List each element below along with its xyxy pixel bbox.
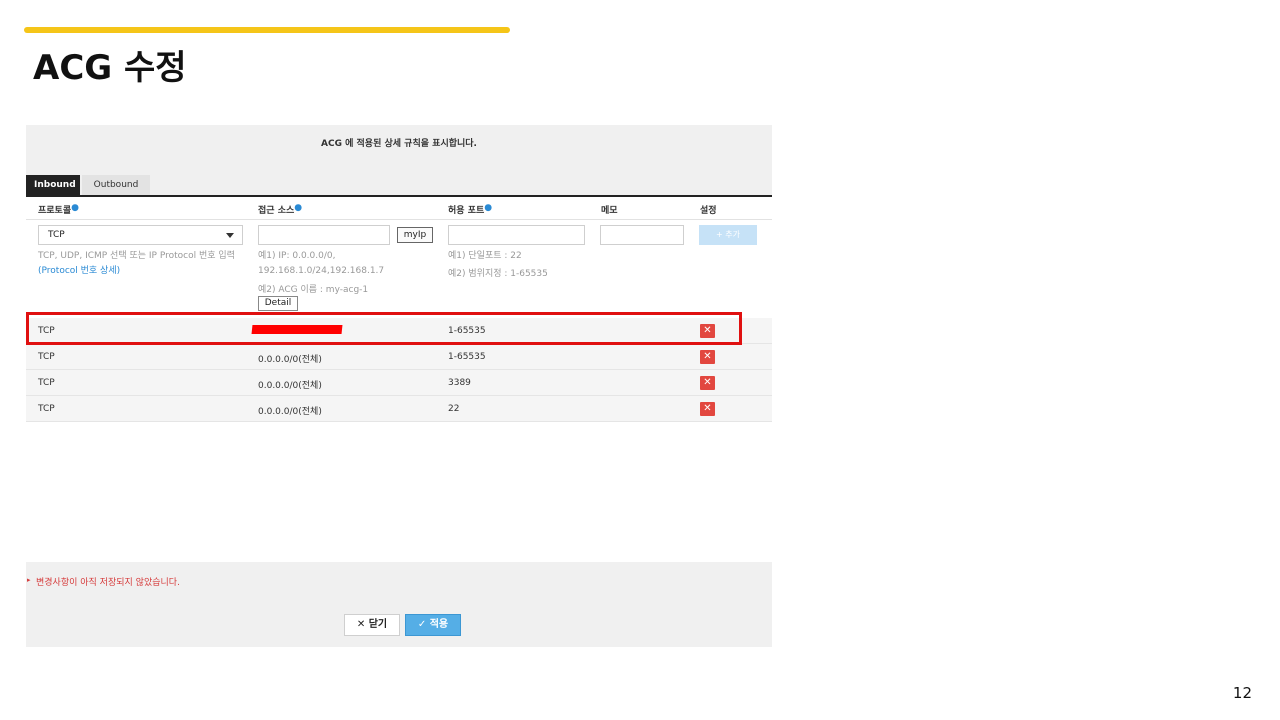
column-port: 허용 포트● [448,203,493,216]
tab-outbound[interactable]: Outbound [82,175,150,195]
accent-bar [24,27,510,33]
rule-port: 3389 [448,378,471,388]
detail-button[interactable]: Detail [258,296,298,311]
port-input[interactable] [448,225,585,245]
rule-source: 0.0.0.0/0(전체) [258,381,322,391]
column-source: 접근 소스● [258,203,303,216]
table-row: TCP 0.0.0.0/0(전체) 22 ✕ [26,396,772,422]
bullet-icon: ▸ [27,576,31,584]
rule-source: 0.0.0.0/0(전체) [258,355,322,365]
delete-rule-button[interactable]: ✕ [700,350,715,364]
apply-button[interactable]: ✓ 적용 [405,614,461,636]
source-hint: 예1) IP: 0.0.0.0/0, 192.168.1.0/24,192.16… [258,249,384,298]
required-dot-icon: ● [484,203,493,213]
required-dot-icon: ● [294,203,303,213]
memo-input[interactable] [600,225,684,245]
page-number: 12 [1232,684,1252,702]
acg-edit-dialog: ACG 에 적용된 상세 규칙을 표시합니다. Inbound Outbound… [26,125,772,647]
chevron-down-icon [226,233,234,238]
source-hint-line: 192.168.1.0/24,192.168.1.7 [258,266,385,276]
highlight-annotation [26,312,742,345]
delete-rule-button[interactable]: ✕ [700,402,715,416]
required-dot-icon: ● [71,203,79,213]
rule-protocol: TCP [38,404,55,414]
port-hint-line: 예2) 범위지정 : 1-65535 [448,269,548,279]
source-input[interactable] [258,225,390,245]
myip-button[interactable]: myIp [397,227,433,243]
column-settings: 설정 [700,206,717,216]
rule-port: 22 [448,404,460,414]
port-hint-line: 예1) 단일포트 : 22 [448,251,522,261]
table-row: TCP 0.0.0.0/0(전체) 1-65535 ✕ [26,344,772,370]
delete-rule-button[interactable]: ✕ [700,376,715,390]
close-button[interactable]: ✕ 닫기 [344,614,400,636]
column-protocol: 프로토콜● [38,203,79,216]
slide-title: ACG 수정 [33,48,187,88]
rule-protocol: TCP [38,378,55,388]
dialog-footer: ▸ 변경사항이 아직 저장되지 않았습니다. ✕ 닫기 ✓ 적용 [26,562,772,647]
protocol-hint-text: TCP, UDP, ICMP 선택 또는 IP Protocol 번호 입력 [38,251,235,261]
rule-source: 0.0.0.0/0(전체) [258,407,322,417]
source-hint-line: 예1) IP: 0.0.0.0/0, [258,251,336,261]
add-rule-button[interactable]: + 추가 [699,225,757,245]
table-row: TCP 0.0.0.0/0(전체) 3389 ✕ [26,370,772,396]
port-hint: 예1) 단일포트 : 22 예2) 범위지정 : 1-65535 [448,249,548,282]
protocol-hint: TCP, UDP, ICMP 선택 또는 IP Protocol 번호 입력 (… [38,249,235,279]
rule-protocol: TCP [38,352,55,362]
dialog-header: ACG 에 적용된 상세 규칙을 표시합니다. Inbound Outbound [26,125,772,195]
column-headers: 프로토콜● 접근 소스● 허용 포트● 메모 설정 [26,197,772,220]
protocol-number-link[interactable]: (Protocol 번호 상세) [38,264,235,279]
tab-inbound[interactable]: Inbound [26,175,80,195]
rule-port: 1-65535 [448,352,486,362]
protocol-select[interactable]: TCP [38,225,243,245]
column-memo: 메모 [601,206,618,216]
dialog-description: ACG 에 적용된 상세 규칙을 표시합니다. [321,139,477,149]
protocol-select-value: TCP [48,230,65,240]
unsaved-notice-text: 변경사항이 아직 저장되지 않았습니다. [36,578,180,588]
rule-tabs: Inbound Outbound [26,175,150,195]
unsaved-notice: ▸ 변경사항이 아직 저장되지 않았습니다. [27,575,180,588]
